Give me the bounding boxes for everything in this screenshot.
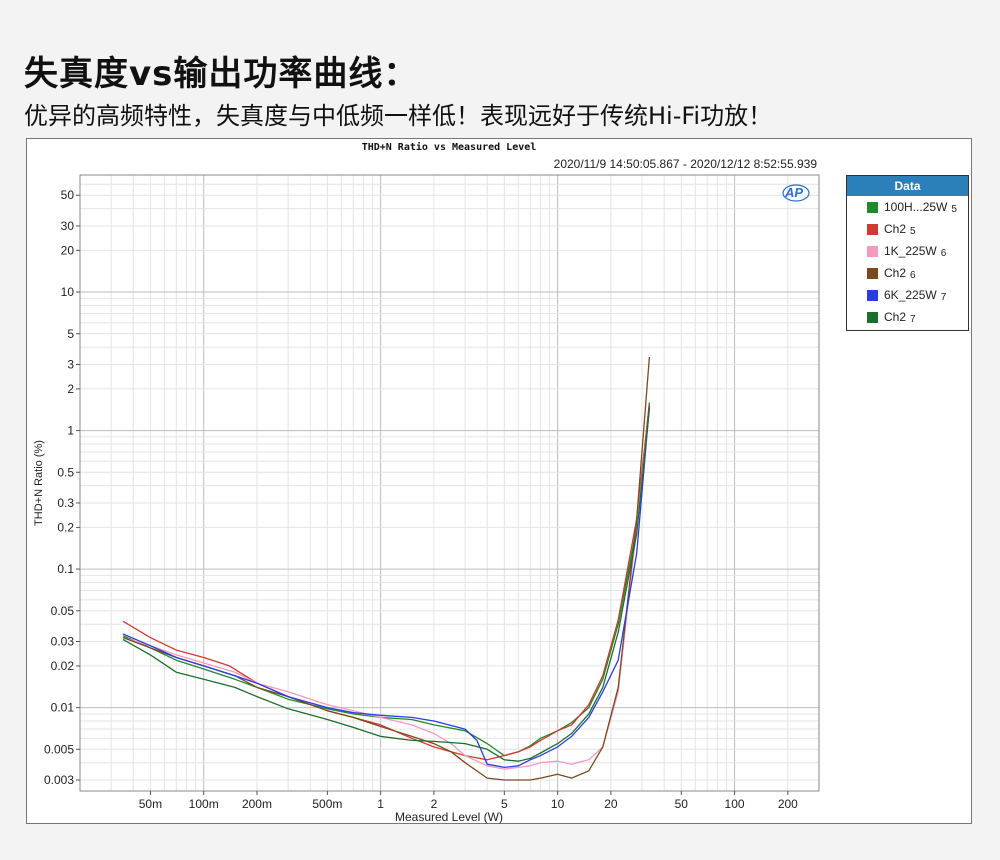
y-tick-label: 0.05 bbox=[51, 604, 75, 618]
y-tick-label: 0.2 bbox=[57, 520, 74, 534]
legend-label: 100H...25W bbox=[884, 200, 948, 214]
legend-swatch bbox=[867, 311, 878, 323]
legend-index: 7 bbox=[940, 291, 947, 303]
x-tick-label: 20 bbox=[604, 797, 618, 811]
legend-label: Ch2 bbox=[884, 266, 907, 280]
legend-swatch bbox=[867, 289, 878, 301]
chart-panel: 50m 100m 200m 500m 1 2 5 10 20 50 100 200 0.003 0.005… bbox=[26, 138, 972, 824]
legend: Data 100H...25W 5 Ch2 5 1K_225W 6 Ch2 6 6K_225W 7… bbox=[846, 175, 969, 331]
plot-area bbox=[80, 175, 819, 791]
legend-item: Ch2 6 bbox=[847, 262, 968, 284]
x-tick-label: 10 bbox=[551, 797, 565, 811]
legend-swatch bbox=[867, 245, 878, 257]
legend-swatch bbox=[867, 267, 878, 279]
legend-index: 5 bbox=[910, 225, 916, 237]
legend-label: 1K_225W bbox=[884, 244, 937, 258]
x-tick-label: 1 bbox=[377, 797, 384, 811]
chart-title: THD+N Ratio vs Measured Level bbox=[362, 141, 537, 153]
chart-date-range: 2020/11/9 14:50:05.867 - 2020/12/12 8:52… bbox=[554, 157, 818, 171]
y-tick-label: 0.003 bbox=[44, 773, 74, 787]
y-axis-label: THD+N Ratio (%) bbox=[33, 440, 45, 526]
legend-label: Ch2 bbox=[884, 222, 907, 236]
x-tick-label: 100 bbox=[725, 797, 745, 811]
y-tick-label: 0.02 bbox=[51, 659, 75, 673]
x-axis-label: Measured Level (W) bbox=[395, 810, 503, 824]
legend-item: 6K_225W 7 bbox=[847, 284, 968, 306]
y-tick-label: 30 bbox=[61, 219, 75, 233]
legend-index: 6 bbox=[940, 247, 947, 259]
legend-label: 6K_225W bbox=[884, 288, 937, 302]
y-tick-label: 20 bbox=[61, 243, 75, 257]
y-tick-label: 0.01 bbox=[51, 701, 75, 715]
y-tick-label: 1 bbox=[67, 424, 74, 438]
y-tick-label: 5 bbox=[67, 327, 74, 341]
y-tick-label: 50 bbox=[61, 188, 75, 202]
x-tick-label: 50 bbox=[675, 797, 689, 811]
x-tick-label: 500m bbox=[312, 797, 342, 811]
y-tick-label: 0.5 bbox=[57, 465, 74, 479]
x-tick-label: 5 bbox=[501, 797, 508, 811]
y-tick-label: 10 bbox=[61, 285, 75, 299]
legend-item: 1K_225W 6 bbox=[847, 240, 968, 262]
x-tick-label: 200m bbox=[242, 797, 272, 811]
x-tick-label: 50m bbox=[139, 797, 162, 811]
legend-item: Ch2 7 bbox=[847, 306, 968, 328]
legend-item: Ch2 5 bbox=[847, 218, 968, 240]
page-subtitle: 优异的高频特性，失真度与中低频一样低！表现远好于传统Hi-Fi功放！ bbox=[24, 102, 773, 130]
x-tick-label: 200 bbox=[778, 797, 798, 811]
legend-index: 7 bbox=[910, 313, 916, 325]
legend-item: 100H...25W 5 bbox=[847, 196, 968, 218]
x-tick-label: 2 bbox=[431, 797, 438, 811]
x-tick-label: 100m bbox=[189, 797, 219, 811]
legend-title: Data bbox=[847, 176, 968, 196]
legend-swatch bbox=[867, 201, 878, 213]
thd-chart: 50m 100m 200m 500m 1 2 5 10 20 50 100 200 0.003 0.005… bbox=[33, 141, 820, 824]
y-tick-label: 2 bbox=[67, 382, 74, 396]
legend-swatch bbox=[867, 223, 878, 235]
y-tick-label: 0.1 bbox=[57, 562, 74, 576]
y-tick-label: 0.03 bbox=[51, 635, 75, 649]
y-tick-label: 0.3 bbox=[57, 496, 74, 510]
y-tick-label: 0.005 bbox=[44, 742, 74, 756]
legend-index: 6 bbox=[910, 269, 916, 281]
legend-index: 5 bbox=[951, 203, 957, 215]
page-title: 失真度vs输出功率曲线： bbox=[24, 54, 419, 94]
legend-label: Ch2 bbox=[884, 310, 907, 324]
y-tick-label: 3 bbox=[67, 357, 74, 371]
